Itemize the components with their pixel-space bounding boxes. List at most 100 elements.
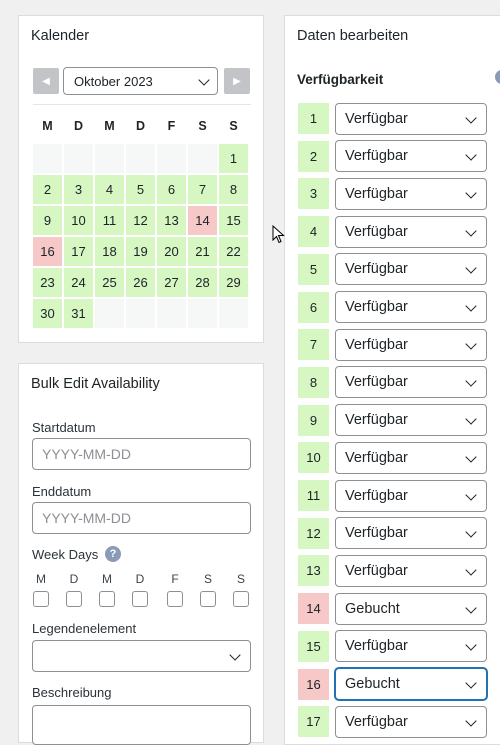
calendar-day[interactable]: 12	[126, 206, 155, 235]
calendar-day[interactable]: 29	[219, 268, 248, 297]
calendar-day[interactable]: 24	[64, 268, 93, 297]
row-day-number: 11	[298, 480, 329, 511]
calendar-day[interactable]: 2	[33, 175, 62, 204]
chevron-right-icon: ▶	[233, 75, 241, 87]
calendar-day[interactable]: 6	[157, 175, 186, 204]
start-date-input[interactable]: YYYY-MM-DD	[32, 438, 251, 470]
availability-status-select[interactable]: Verfügbar	[335, 554, 487, 587]
chevron-down-icon	[465, 677, 477, 689]
row-day-number: 10	[298, 442, 329, 474]
bulk-edit-title: Bulk Edit Availability	[31, 376, 160, 392]
status-select-value: Verfügbar	[345, 223, 408, 240]
calendar-weekday-header: S	[198, 119, 207, 133]
calendar-weekday-header: D	[135, 119, 146, 133]
availability-status-select[interactable]: Verfügbar	[335, 366, 487, 399]
availability-status-select[interactable]: Gebucht	[335, 668, 487, 700]
calendar-day[interactable]: 23	[33, 268, 62, 297]
calendar-empty-cell	[95, 144, 124, 173]
row-day-number: 3	[298, 178, 329, 210]
weekday-checkbox[interactable]	[167, 591, 183, 607]
calendar-empty-cell	[188, 144, 217, 173]
calendar-day[interactable]: 27	[157, 268, 186, 297]
weekday-checkbox[interactable]	[233, 591, 249, 607]
calendar-day[interactable]: 8	[219, 175, 248, 204]
chevron-down-icon	[198, 74, 210, 86]
month-select[interactable]: Oktober 2023	[63, 67, 218, 95]
calendar-day[interactable]: 17	[64, 237, 93, 266]
calendar-day[interactable]: 31	[64, 299, 93, 328]
row-day-number: 12	[298, 517, 329, 549]
availability-status-select[interactable]: Verfügbar	[335, 630, 487, 663]
availability-status-select[interactable]: Verfügbar	[335, 102, 487, 135]
status-select-value: Gebucht	[345, 676, 400, 692]
edit-data-panel: Daten bearbeiten Verfügbarkeit 1 Verfügba…	[284, 15, 500, 745]
weekday-checkbox[interactable]	[200, 591, 216, 607]
calendar-day[interactable]: 10	[64, 206, 93, 235]
status-select-value: Verfügbar	[345, 525, 408, 542]
calendar-day[interactable]: 20	[157, 237, 186, 266]
calendar-day[interactable]: 25	[95, 268, 124, 297]
availability-status-select[interactable]: Verfügbar	[335, 479, 487, 512]
calendar-day[interactable]: 28	[188, 268, 217, 297]
calendar-day[interactable]: 19	[126, 237, 155, 266]
bulk-edit-panel: Bulk Edit Availability Startdatum YYYY-M…	[18, 363, 264, 745]
availability-status-select[interactable]: Verfügbar	[335, 215, 487, 248]
calendar-day[interactable]: 13	[157, 206, 186, 235]
weekday-checkbox[interactable]	[132, 591, 148, 607]
end-date-input[interactable]: YYYY-MM-DD	[32, 502, 251, 534]
prev-month-button[interactable]: ◀	[33, 68, 59, 94]
chevron-down-icon	[465, 451, 477, 463]
weekday-checkbox-label: F	[171, 572, 179, 586]
calendar-empty-cell	[64, 144, 93, 173]
calendar-empty-cell	[33, 144, 62, 173]
row-day-number: 2	[298, 140, 329, 172]
weekday-checkbox[interactable]	[99, 591, 115, 607]
availability-status-select[interactable]: Verfügbar	[335, 328, 487, 361]
calendar-day[interactable]: 21	[188, 237, 217, 266]
status-select-value: Verfügbar	[345, 449, 408, 466]
help-icon[interactable]: ?	[105, 546, 121, 562]
description-input[interactable]	[32, 705, 251, 745]
calendar-day[interactable]: 16	[33, 237, 62, 266]
calendar-day[interactable]: 14	[188, 206, 217, 235]
info-icon[interactable]	[495, 70, 500, 84]
calendar-day[interactable]: 5	[126, 175, 155, 204]
calendar-empty-cell	[95, 299, 124, 328]
chevron-down-icon	[465, 639, 477, 651]
availability-status-select[interactable]: Verfügbar	[335, 517, 487, 550]
calendar-day[interactable]: 9	[33, 206, 62, 235]
availability-status-select[interactable]: Verfügbar	[335, 140, 487, 173]
calendar-day[interactable]: 15	[219, 206, 248, 235]
calendar-title: Kalender	[31, 28, 90, 44]
availability-status-select[interactable]: Verfügbar	[335, 253, 487, 286]
chevron-down-icon	[465, 375, 477, 388]
availability-status-select[interactable]: Verfügbar	[335, 177, 487, 210]
calendar-day[interactable]: 4	[95, 175, 124, 204]
calendar-day[interactable]: 22	[219, 237, 248, 266]
row-day-number: 17	[298, 706, 329, 738]
calendar-day[interactable]: 30	[33, 299, 62, 328]
status-select-value: Verfügbar	[345, 374, 408, 391]
row-day-number: 8	[298, 366, 329, 398]
row-day-number: 13	[298, 555, 329, 587]
weekday-checkbox[interactable]	[33, 591, 49, 607]
calendar-day[interactable]: 3	[64, 175, 93, 204]
calendar-day[interactable]: 18	[95, 237, 124, 266]
availability-status-select[interactable]: Verfügbar	[335, 705, 487, 738]
calendar-day[interactable]: 11	[95, 206, 124, 235]
status-select-value: Verfügbar	[345, 412, 408, 429]
availability-status-select[interactable]: Verfügbar	[335, 404, 487, 437]
availability-status-select[interactable]: Verfügbar	[335, 291, 487, 323]
availability-status-select[interactable]: Gebucht	[335, 592, 487, 625]
weekday-checkbox[interactable]	[66, 591, 82, 607]
next-month-button[interactable]: ▶	[224, 68, 250, 94]
availability-status-select[interactable]: Verfügbar	[335, 441, 487, 474]
calendar-day[interactable]: 26	[126, 268, 155, 297]
chevron-down-icon	[465, 601, 477, 614]
start-date-label: Startdatum	[32, 420, 96, 435]
status-select-value: Verfügbar	[345, 487, 408, 504]
calendar-day[interactable]: 1	[219, 144, 248, 173]
legend-item-select[interactable]	[32, 640, 251, 672]
chevron-down-icon	[465, 187, 477, 199]
calendar-day[interactable]: 7	[188, 175, 217, 204]
